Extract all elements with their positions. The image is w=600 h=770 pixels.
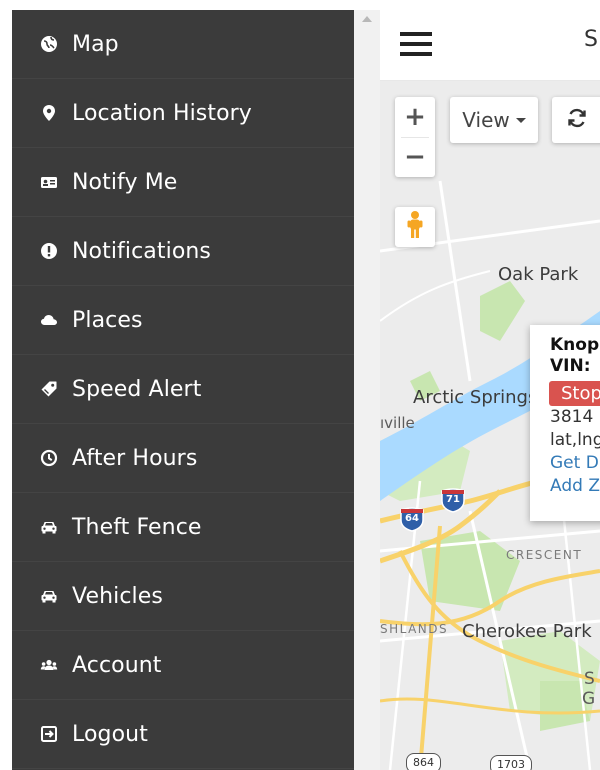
info-address: 3814 [550, 407, 594, 427]
street-view-pegman[interactable] [395, 207, 435, 247]
id-card-icon [36, 169, 62, 195]
exclamation-circle-icon [36, 238, 62, 264]
sign-out-icon [36, 721, 62, 747]
route-864-sign: 864 [406, 753, 441, 770]
zoom-control: + − [395, 97, 435, 177]
zoom-out-button[interactable]: − [395, 137, 435, 177]
sidebar-item-places[interactable]: Places [12, 286, 354, 355]
view-dropdown-button[interactable]: View [450, 97, 538, 143]
info-vehicle-name: Knop [550, 335, 600, 355]
sidebar-item-label: Account [72, 652, 162, 678]
sidebar-item-notifications[interactable]: Notifications [12, 217, 354, 286]
car-icon [36, 583, 62, 609]
vehicle-info-window: Knop VIN: Stop 3814 lat,lng Get D Add Z [530, 325, 600, 521]
sidebar-item-map[interactable]: Map [12, 10, 354, 79]
map-label-s: S [584, 669, 595, 689]
map-label-highlands: SHLANDS [380, 622, 449, 636]
sidebar-item-label: After Hours [72, 445, 198, 471]
map-label-oak-park: Oak Park [498, 264, 579, 285]
sidebar-nav: Map Location History Notify Me Notificat… [12, 10, 354, 770]
info-latlng: lat,lng [550, 430, 600, 450]
sidebar-item-account[interactable]: Account [12, 631, 354, 700]
view-button-label: View [462, 108, 510, 132]
sidebar-item-label: Logout [72, 721, 148, 747]
users-icon [36, 652, 62, 678]
sidebar-item-speed-alert[interactable]: Speed Alert [12, 355, 354, 424]
sidebar-item-label: Map [72, 31, 119, 57]
tag-icon [36, 376, 62, 402]
add-zone-link[interactable]: Add Z [550, 475, 600, 498]
cloud-icon [36, 307, 62, 333]
get-directions-link[interactable]: Get D [550, 452, 600, 475]
sidebar-item-label: Theft Fence [72, 514, 202, 540]
sidebar-item-label: Places [72, 307, 143, 333]
sidebar-item-notify-me[interactable]: Notify Me [12, 148, 354, 217]
sidebar-item-label: Vehicles [72, 583, 163, 609]
globe-icon [36, 31, 62, 57]
zoom-in-button[interactable]: + [395, 97, 435, 137]
map-label-arctic-springs: Arctic Springs [413, 387, 538, 408]
map-view[interactable]: Oak Park Arctic Springs ıville CRESCENT … [380, 81, 600, 770]
car-icon [36, 514, 62, 540]
page-title: S [584, 27, 598, 52]
pegman-icon [406, 210, 424, 244]
sidebar-item-label: Speed Alert [72, 376, 202, 402]
info-vin: VIN: [550, 356, 591, 376]
sidebar-item-label: Notify Me [72, 169, 178, 195]
clock-icon [36, 445, 62, 471]
refresh-button[interactable] [552, 97, 600, 143]
top-bar [380, 10, 600, 81]
route-1703-sign: 1703 [490, 755, 532, 770]
scroll-up-arrow-icon[interactable] [362, 16, 372, 22]
map-label-ville: ıville [380, 414, 415, 432]
caret-down-icon [515, 117, 526, 123]
status-badge: Stop [549, 381, 600, 406]
sidebar-item-after-hours[interactable]: After Hours [12, 424, 354, 493]
refresh-icon [566, 107, 588, 133]
interstate-64-shield-icon: 64 [399, 506, 425, 532]
sidebar-scrollbar[interactable] [354, 10, 380, 770]
map-label-g: G [582, 689, 596, 709]
sidebar-item-theft-fence[interactable]: Theft Fence [12, 493, 354, 562]
sidebar-item-vehicles[interactable]: Vehicles [12, 562, 354, 631]
map-label-cherokee-park: Cherokee Park [462, 621, 592, 642]
map-marker-icon [36, 100, 62, 126]
hamburger-icon[interactable] [400, 32, 432, 56]
map-label-crescent: CRESCENT [506, 548, 583, 562]
sidebar-item-location-history[interactable]: Location History [12, 79, 354, 148]
sidebar-item-label: Location History [72, 100, 252, 126]
interstate-71-shield-icon: 71 [440, 487, 466, 513]
sidebar-item-label: Notifications [72, 238, 211, 264]
sidebar-item-logout[interactable]: Logout [12, 700, 354, 769]
